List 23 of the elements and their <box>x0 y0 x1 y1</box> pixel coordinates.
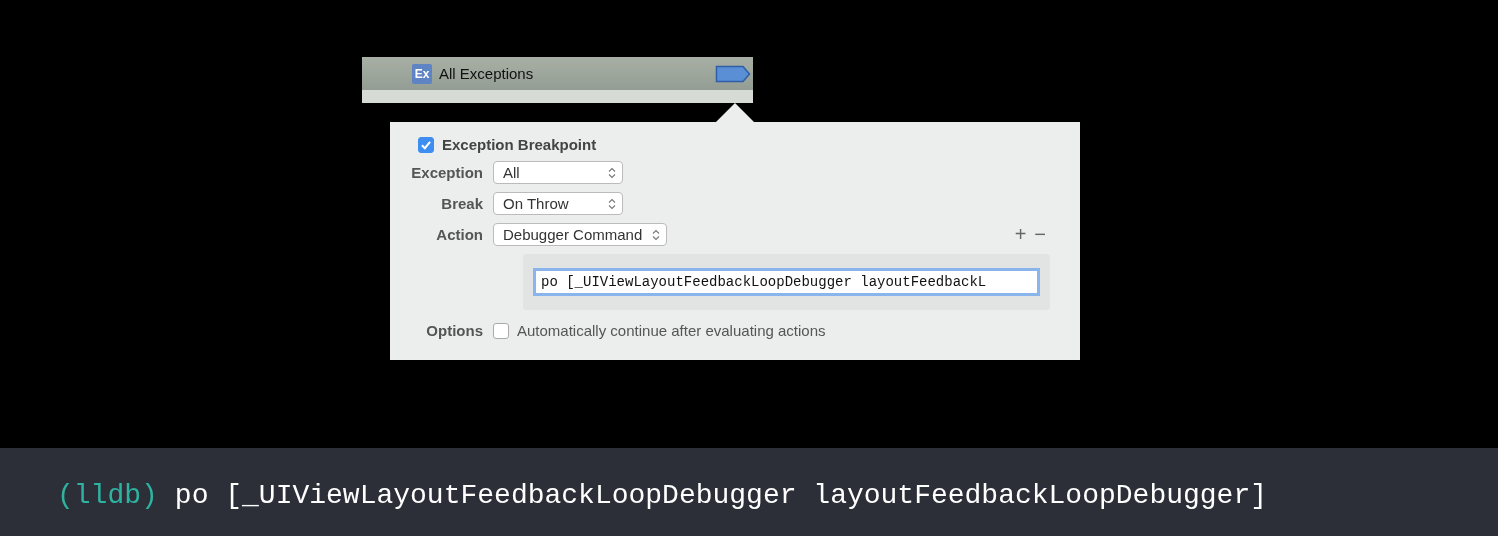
popup-button[interactable]: All <box>493 161 623 184</box>
popup-button[interactable]: Debugger Command <box>493 223 668 246</box>
action-button[interactable]: − <box>1030 223 1050 246</box>
options-label: Options <box>425 322 483 339</box>
checkbox[interactable] <box>418 136 434 153</box>
command-field[interactable]: po [_UIViewLayoutFeedbackLoopDebugger layoutFeedbackL <box>533 268 1040 296</box>
setting-label: Action <box>435 226 483 243</box>
breakpoint-row[interactable]: Ex All Exceptions <box>362 57 753 90</box>
stepper-arrows-icon <box>608 166 616 179</box>
setting-label: Break <box>440 195 483 212</box>
stepper-arrows-icon <box>608 197 616 210</box>
console-prompt: (lldb) <box>57 479 158 511</box>
checkbox-label: Exception Breakpoint <box>442 136 597 153</box>
checkbox-label: Automatically continue after evaluating actions <box>517 322 826 339</box>
breakpoint-flag-icon[interactable] <box>715 64 751 83</box>
setting-label: Exception <box>410 164 483 181</box>
console-command: po [_UIViewLayoutFeedbackLoopDebugger layoutFeedbackLoopDebugger] <box>174 479 1267 511</box>
exception-icon: Ex <box>412 63 432 84</box>
breakpoint-title: All Exceptions <box>439 65 534 82</box>
stepper-arrows-icon <box>652 228 661 241</box>
popup-button[interactable]: On Throw <box>493 192 623 215</box>
checkbox[interactable] <box>493 322 509 339</box>
action-button[interactable]: + <box>1010 223 1031 246</box>
